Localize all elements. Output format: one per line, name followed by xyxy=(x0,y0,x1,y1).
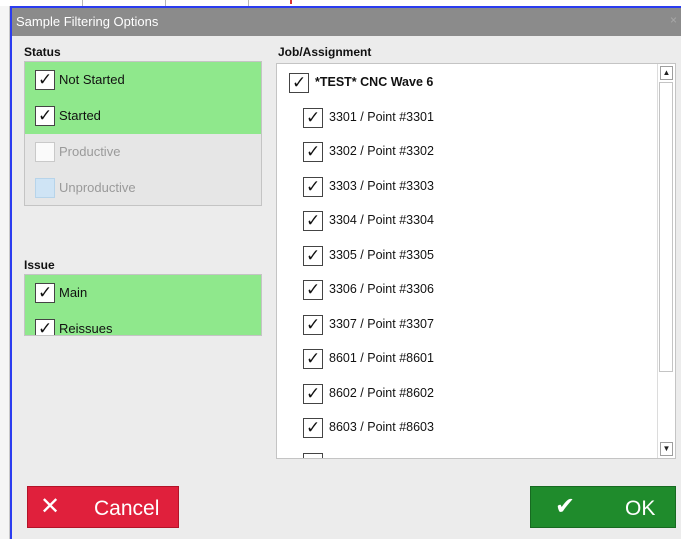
checkbox[interactable]: ✓ xyxy=(303,315,323,335)
cancel-button-label: Cancel xyxy=(94,497,160,520)
check-icon: ✓ xyxy=(306,280,321,299)
job-assignment-heading: Job/Assignment xyxy=(278,45,372,59)
check-icon: ✓ xyxy=(306,315,321,334)
check-icon: ✓ xyxy=(306,349,321,368)
checkmark-icon: ✔ xyxy=(555,493,576,520)
scroll-down-arrow-icon[interactable]: ▼ xyxy=(660,442,673,456)
status-heading: Status xyxy=(24,45,61,59)
checkbox[interactable]: ✓ xyxy=(303,177,323,197)
list-item-label: 3305 / Point #3305 xyxy=(329,248,434,262)
list-item[interactable]: ✓ 3303 / Point #3303 xyxy=(277,170,657,204)
list-item-label: 3307 / Point #3307 xyxy=(329,317,434,331)
issue-option-main[interactable]: ✓ Main xyxy=(25,275,261,311)
list-item[interactable]: ✓ 8601 / Point #8601 xyxy=(277,342,657,376)
issue-option-label: Reissues xyxy=(59,321,113,336)
list-item-label: 3301 / Point #3301 xyxy=(329,110,434,124)
sample-filtering-dialog: Sample Filtering Options × Status ✓ Not … xyxy=(10,6,681,539)
list-item[interactable]: ✓ 3306 / Point #3306 xyxy=(277,273,657,307)
checkbox[interactable]: ✓ xyxy=(303,142,323,162)
status-option-label: Productive xyxy=(59,144,121,159)
check-icon: ✓ xyxy=(38,70,53,89)
issue-heading: Issue xyxy=(24,258,55,272)
list-item[interactable]: ✓ 3307 / Point #3307 xyxy=(277,308,657,342)
scroll-thumb[interactable] xyxy=(659,82,673,372)
job-parent-item[interactable]: ✓ *TEST* CNC Wave 6 xyxy=(277,66,657,100)
dialog-title: Sample Filtering Options xyxy=(16,14,159,29)
cancel-button[interactable]: ✕ Cancel xyxy=(27,486,179,528)
issue-option-reissues[interactable]: ✓ Reissues xyxy=(25,311,261,336)
job-assignment-list[interactable]: ✓ *TEST* CNC Wave 6 ✓ 3301 / Point #3301… xyxy=(276,63,676,459)
checkbox[interactable]: ✓ xyxy=(303,211,323,231)
status-option-started[interactable]: ✓ Started xyxy=(25,98,261,134)
checkbox[interactable]: ✓ xyxy=(303,108,323,128)
x-icon: ✕ xyxy=(40,493,61,520)
checkbox[interactable]: ✓ xyxy=(303,280,323,300)
list-item[interactable]: ✓ 3305 / Point #3305 xyxy=(277,239,657,273)
background-app-edge xyxy=(0,0,10,539)
ok-button[interactable]: ✔ OK xyxy=(530,486,676,528)
list-item[interactable]: ✓ 8602 / Point #8602 xyxy=(277,377,657,411)
checkbox[interactable]: ✓ xyxy=(303,349,323,369)
check-icon: ✓ xyxy=(306,246,321,265)
check-icon: ✓ xyxy=(306,211,321,230)
status-option-label: Not Started xyxy=(59,72,125,87)
checkbox[interactable]: ✓ xyxy=(303,246,323,266)
checkbox[interactable]: ✓ xyxy=(303,418,323,438)
issue-group: ✓ Main ✓ Reissues xyxy=(24,274,262,336)
list-item-label: 3303 / Point #3303 xyxy=(329,179,434,193)
list-item-label: 8602 / Point #8602 xyxy=(329,386,434,400)
checkbox xyxy=(35,178,55,198)
checkbox[interactable]: ✓ xyxy=(35,283,55,303)
list-item-label: 3302 / Point #3302 xyxy=(329,144,434,158)
close-icon[interactable]: × xyxy=(670,13,677,27)
check-icon: ✓ xyxy=(306,418,321,437)
list-item[interactable]: ✓ 3304 / Point #3304 xyxy=(277,204,657,238)
job-parent-label: *TEST* CNC Wave 6 xyxy=(315,75,434,89)
list-item[interactable]: ✓ 3301 / Point #3301 xyxy=(277,101,657,135)
check-icon: ✓ xyxy=(306,384,321,403)
status-option-not-started[interactable]: ✓ Not Started xyxy=(25,62,261,98)
check-icon: ✓ xyxy=(38,106,53,125)
status-option-unproductive: Unproductive xyxy=(25,170,261,206)
dialog-titlebar: Sample Filtering Options × xyxy=(12,8,681,36)
check-icon: ✓ xyxy=(306,177,321,196)
list-item-label: 3304 / Point #3304 xyxy=(329,213,434,227)
check-icon: ✓ xyxy=(306,142,321,161)
issue-option-label: Main xyxy=(59,285,88,300)
checkbox xyxy=(303,453,323,458)
check-icon: ✓ xyxy=(292,73,307,92)
list-item-label: 3306 / Point #3306 xyxy=(329,282,434,296)
checkbox[interactable]: ✓ xyxy=(35,319,55,336)
list-item[interactable]: ✓ 8603 / Point #8603 xyxy=(277,411,657,445)
status-group: ✓ Not Started ✓ Started Productive Unpro… xyxy=(24,61,262,206)
checkbox xyxy=(35,142,55,162)
ok-button-label: OK xyxy=(625,497,656,520)
list-scrollbar[interactable]: ▲ ▼ xyxy=(657,64,675,458)
checkbox[interactable]: ✓ xyxy=(303,384,323,404)
checkbox[interactable]: ✓ xyxy=(35,70,55,90)
list-item-label: 8603 / Point #8603 xyxy=(329,420,434,434)
check-icon: ✓ xyxy=(38,319,53,336)
list-item-partial xyxy=(277,446,657,458)
status-option-label: Unproductive xyxy=(59,180,136,195)
check-icon: ✓ xyxy=(306,108,321,127)
list-item-label: 8601 / Point #8601 xyxy=(329,351,434,365)
check-icon: ✓ xyxy=(38,283,53,302)
scroll-up-arrow-icon[interactable]: ▲ xyxy=(660,66,673,80)
checkbox[interactable]: ✓ xyxy=(289,73,309,93)
status-option-label: Started xyxy=(59,108,101,123)
checkbox[interactable]: ✓ xyxy=(35,106,55,126)
list-item[interactable]: ✓ 3302 / Point #3302 xyxy=(277,135,657,169)
status-option-productive: Productive xyxy=(25,134,261,170)
